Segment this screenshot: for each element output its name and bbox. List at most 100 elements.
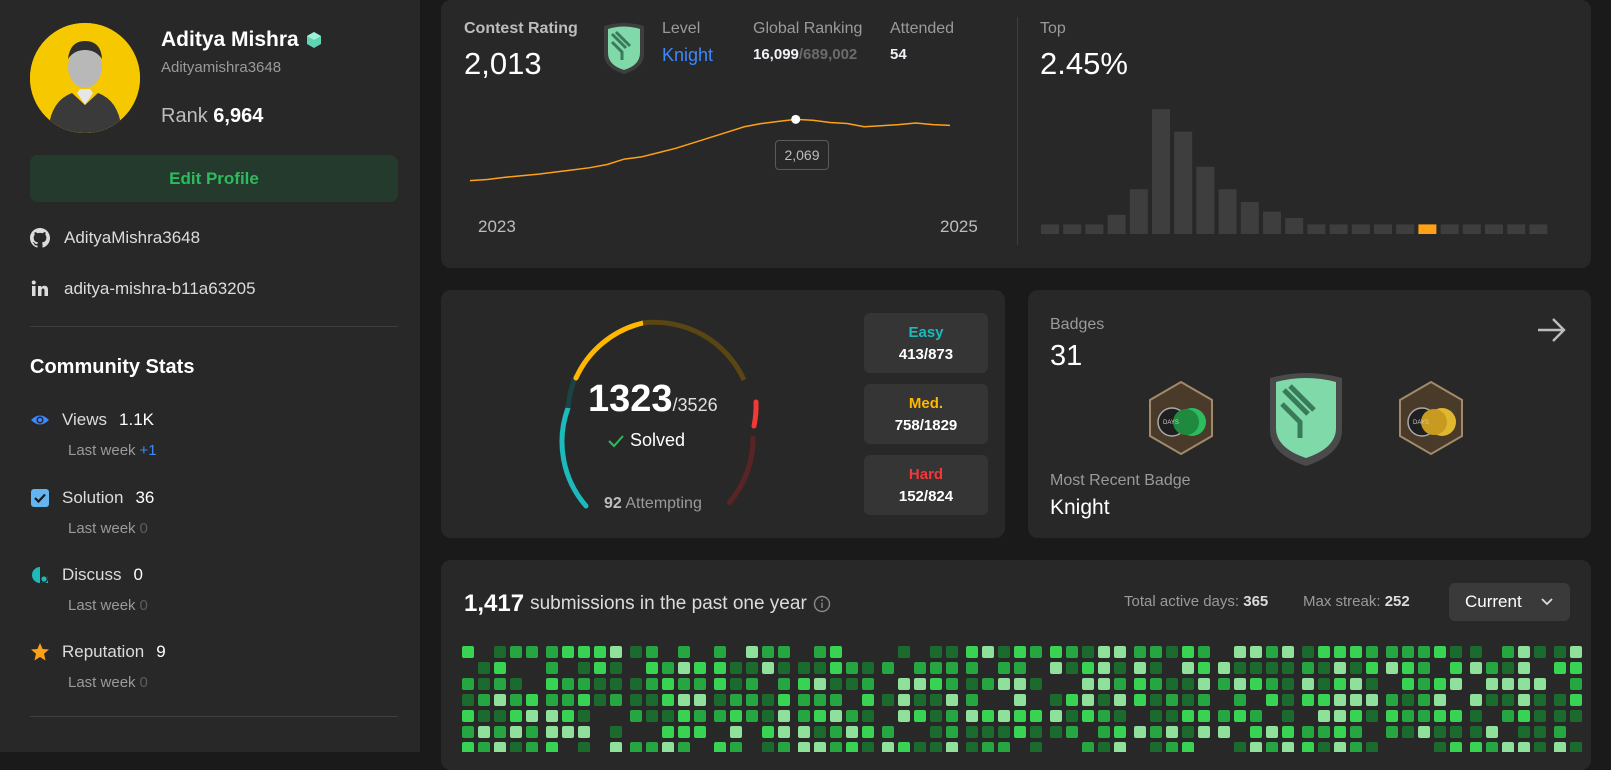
heatmap-day-cell[interactable]: [662, 710, 674, 722]
heatmap-day-cell[interactable]: [1418, 646, 1430, 658]
heatmap-day-cell[interactable]: [1554, 646, 1566, 658]
heatmap-day-cell[interactable]: [762, 710, 774, 722]
heatmap-day-cell[interactable]: [510, 694, 522, 706]
heatmap-day-cell[interactable]: [1470, 726, 1482, 738]
heatmap-day-cell[interactable]: [1114, 742, 1126, 752]
heatmap-day-cell[interactable]: [562, 694, 574, 706]
heatmap-day-cell[interactable]: [1082, 710, 1094, 722]
heatmap-day-cell[interactable]: [862, 710, 874, 722]
heatmap-day-cell[interactable]: [678, 726, 690, 738]
heatmap-day-cell[interactable]: [478, 662, 490, 674]
heatmap-day-cell[interactable]: [1318, 710, 1330, 722]
arrow-right-icon[interactable]: [1536, 316, 1568, 344]
heatmap-day-cell[interactable]: [714, 662, 726, 674]
heatmap-day-cell[interactable]: [946, 678, 958, 690]
heatmap-day-cell[interactable]: [1386, 694, 1398, 706]
heatmap-day-cell[interactable]: [478, 694, 490, 706]
heatmap-day-cell[interactable]: [1334, 710, 1346, 722]
heatmap-day-cell[interactable]: [778, 662, 790, 674]
heatmap-day-cell[interactable]: [1518, 710, 1530, 722]
heatmap-day-cell[interactable]: [1234, 662, 1246, 674]
days-badge-gold-icon[interactable]: DAYS: [1396, 380, 1466, 456]
heatmap-day-cell[interactable]: [1182, 710, 1194, 722]
heatmap-day-cell[interactable]: [478, 742, 490, 752]
heatmap-day-cell[interactable]: [546, 710, 558, 722]
easy-stat[interactable]: Easy 413/873: [864, 313, 988, 373]
heatmap-day-cell[interactable]: [1098, 662, 1110, 674]
heatmap-day-cell[interactable]: [1386, 726, 1398, 738]
heatmap-day-cell[interactable]: [1134, 726, 1146, 738]
heatmap-day-cell[interactable]: [1014, 694, 1026, 706]
days-badge-green-icon[interactable]: DAYS: [1146, 380, 1216, 456]
heatmap-day-cell[interactable]: [930, 726, 942, 738]
heatmap-day-cell[interactable]: [882, 742, 894, 752]
heatmap-day-cell[interactable]: [494, 742, 506, 752]
heatmap-day-cell[interactable]: [1334, 646, 1346, 658]
heatmap-day-cell[interactable]: [462, 742, 474, 752]
hard-stat[interactable]: Hard 152/824: [864, 455, 988, 515]
heatmap-day-cell[interactable]: [1434, 742, 1446, 752]
heatmap-day-cell[interactable]: [778, 646, 790, 658]
heatmap-day-cell[interactable]: [1250, 710, 1262, 722]
heatmap-day-cell[interactable]: [1350, 742, 1362, 752]
heatmap-day-cell[interactable]: [778, 678, 790, 690]
heatmap-day-cell[interactable]: [578, 694, 590, 706]
heatmap-day-cell[interactable]: [462, 710, 474, 722]
heatmap-day-cell[interactable]: [1066, 646, 1078, 658]
heatmap-day-cell[interactable]: [982, 646, 994, 658]
heatmap-day-cell[interactable]: [1166, 646, 1178, 658]
heatmap-day-cell[interactable]: [1198, 678, 1210, 690]
heatmap-day-cell[interactable]: [1150, 694, 1162, 706]
heatmap-day-cell[interactable]: [966, 646, 978, 658]
heatmap-day-cell[interactable]: [1266, 678, 1278, 690]
heatmap-day-cell[interactable]: [1234, 678, 1246, 690]
heatmap-day-cell[interactable]: [630, 678, 642, 690]
heatmap-day-cell[interactable]: [998, 662, 1010, 674]
heatmap-day-cell[interactable]: [1486, 678, 1498, 690]
heatmap-day-cell[interactable]: [1502, 678, 1514, 690]
heatmap-day-cell[interactable]: [830, 678, 842, 690]
heatmap-day-cell[interactable]: [578, 678, 590, 690]
heatmap-day-cell[interactable]: [578, 710, 590, 722]
heatmap-day-cell[interactable]: [1166, 726, 1178, 738]
heatmap-day-cell[interactable]: [730, 710, 742, 722]
heatmap-day-cell[interactable]: [630, 742, 642, 752]
heatmap-day-cell[interactable]: [1198, 694, 1210, 706]
heatmap-day-cell[interactable]: [730, 742, 742, 752]
heatmap-day-cell[interactable]: [946, 646, 958, 658]
heatmap-day-cell[interactable]: [1234, 694, 1246, 706]
heatmap-day-cell[interactable]: [1534, 694, 1546, 706]
heatmap-day-cell[interactable]: [830, 726, 842, 738]
heatmap-day-cell[interactable]: [898, 694, 910, 706]
heatmap-day-cell[interactable]: [814, 678, 826, 690]
edit-profile-button[interactable]: Edit Profile: [30, 155, 398, 202]
heatmap-day-cell[interactable]: [1098, 710, 1110, 722]
heatmap-day-cell[interactable]: [1030, 742, 1042, 752]
heatmap-day-cell[interactable]: [846, 726, 858, 738]
heatmap-day-cell[interactable]: [1450, 678, 1462, 690]
heatmap-day-cell[interactable]: [930, 662, 942, 674]
heatmap-day-cell[interactable]: [930, 710, 942, 722]
heatmap-day-cell[interactable]: [930, 742, 942, 752]
info-icon[interactable]: [813, 595, 831, 613]
heatmap-day-cell[interactable]: [1334, 694, 1346, 706]
heatmap-day-cell[interactable]: [898, 678, 910, 690]
heatmap-day-cell[interactable]: [1098, 726, 1110, 738]
linkedin-link[interactable]: aditya-mishra-b11a63205: [30, 279, 256, 299]
heatmap-day-cell[interactable]: [1302, 694, 1314, 706]
heatmap-day-cell[interactable]: [1518, 742, 1530, 752]
heatmap-day-cell[interactable]: [1302, 662, 1314, 674]
heatmap-day-cell[interactable]: [1554, 694, 1566, 706]
heatmap-day-cell[interactable]: [494, 678, 506, 690]
heatmap-day-cell[interactable]: [1218, 678, 1230, 690]
heatmap-day-cell[interactable]: [762, 742, 774, 752]
heatmap-day-cell[interactable]: [762, 726, 774, 738]
heatmap-day-cell[interactable]: [982, 742, 994, 752]
heatmap-day-cell[interactable]: [1014, 710, 1026, 722]
heatmap-day-cell[interactable]: [1166, 710, 1178, 722]
heatmap-day-cell[interactable]: [578, 662, 590, 674]
heatmap-day-cell[interactable]: [646, 694, 658, 706]
heatmap-day-cell[interactable]: [562, 726, 574, 738]
heatmap-day-cell[interactable]: [1502, 694, 1514, 706]
heatmap-day-cell[interactable]: [1534, 726, 1546, 738]
